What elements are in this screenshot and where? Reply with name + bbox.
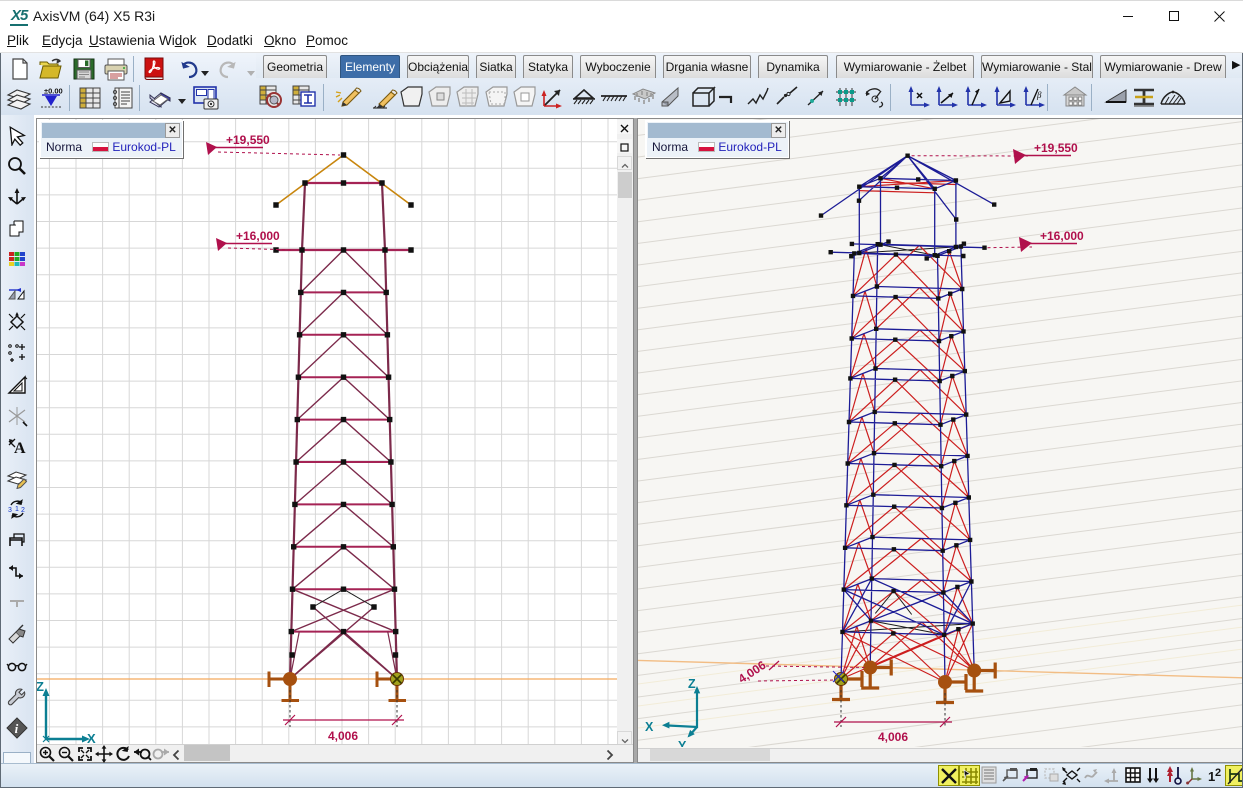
svg-text:4,006: 4,006: [878, 730, 908, 744]
svg-text:A: A: [14, 440, 26, 457]
svg-text:Z: Z: [688, 677, 696, 691]
svg-text:±0.00: ±0.00: [44, 87, 63, 96]
svg-text:i: i: [15, 721, 19, 736]
svg-text:3: 3: [8, 507, 12, 514]
svg-text:Z: Z: [37, 679, 44, 694]
svg-text:+16,000: +16,000: [236, 229, 280, 243]
svg-text:2: 2: [21, 507, 25, 514]
svg-text:+19,550: +19,550: [226, 133, 270, 147]
svg-text:Y: Y: [678, 739, 687, 747]
svg-text:2: 2: [1215, 767, 1221, 779]
svg-text:β: β: [1036, 90, 1042, 100]
svg-text:1: 1: [15, 506, 19, 513]
svg-text:X: X: [87, 731, 96, 744]
svg-text:+16,000: +16,000: [1040, 229, 1084, 243]
svg-text:+19,550: +19,550: [1034, 141, 1078, 155]
svg-text:4,006: 4,006: [328, 729, 358, 743]
svg-text:X: X: [645, 720, 654, 734]
